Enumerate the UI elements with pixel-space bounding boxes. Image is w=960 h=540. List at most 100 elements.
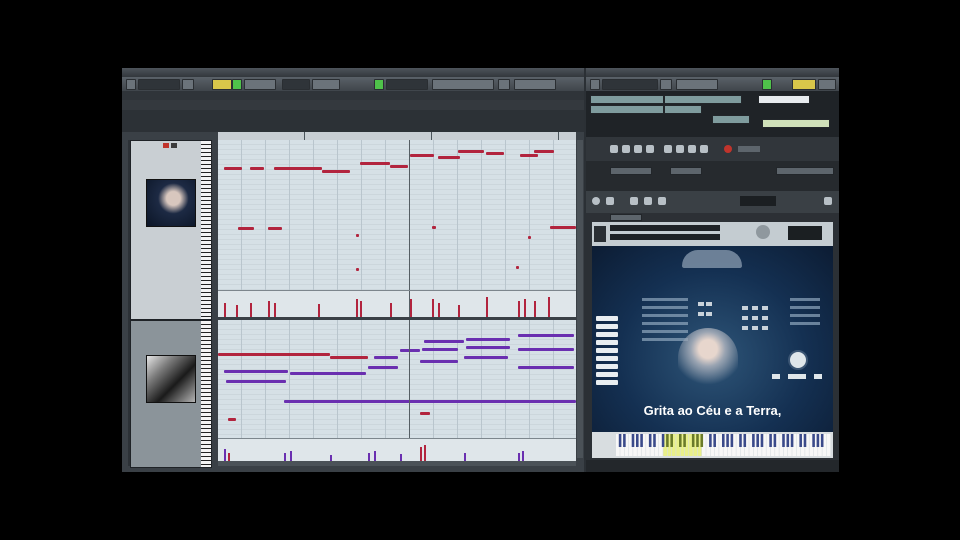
midi-note[interactable]	[420, 412, 430, 415]
toolbar-button-active[interactable]	[762, 79, 772, 90]
midi-note[interactable]	[290, 372, 366, 375]
velocity-bar[interactable]	[374, 451, 376, 461]
midi-note[interactable]	[228, 418, 236, 421]
black-key[interactable]	[648, 434, 652, 447]
velocity-lane-vocal[interactable]	[218, 290, 576, 317]
midi-note[interactable]	[466, 346, 510, 349]
midi-note[interactable]	[360, 162, 390, 165]
vertical-scrollbar[interactable]	[577, 140, 583, 458]
param-row[interactable]	[642, 338, 688, 341]
toolbar-button[interactable]	[126, 79, 136, 90]
option-button[interactable]	[762, 326, 768, 330]
midi-note[interactable]	[400, 349, 420, 352]
midi-note[interactable]	[518, 334, 574, 337]
velocity-bar[interactable]	[486, 297, 488, 317]
black-key[interactable]	[769, 434, 772, 447]
black-key[interactable]	[666, 434, 669, 447]
velocity-lane-guitar[interactable]	[218, 438, 576, 461]
midi-note[interactable]	[268, 227, 282, 230]
articulation-button[interactable]	[596, 364, 618, 369]
velocity-bar[interactable]	[224, 303, 226, 317]
velocity-bar[interactable]	[522, 451, 524, 461]
toolbar-button[interactable]	[432, 79, 494, 90]
knob-icon[interactable]	[788, 350, 808, 370]
velocity-bar[interactable]	[518, 301, 520, 317]
velocity-bar[interactable]	[400, 454, 402, 461]
info-field[interactable]	[712, 115, 750, 124]
solo-button[interactable]	[171, 143, 177, 148]
midi-note[interactable]	[486, 152, 504, 155]
articulation-button[interactable]	[596, 348, 618, 353]
param-row[interactable]	[790, 298, 820, 301]
horizontal-scrollbar[interactable]	[218, 461, 576, 466]
toolbar-button[interactable]	[498, 79, 510, 90]
black-key[interactable]	[709, 434, 712, 447]
midi-note[interactable]	[390, 165, 408, 168]
edit-tool-icon[interactable]	[700, 145, 708, 153]
velocity-bar[interactable]	[250, 303, 252, 317]
velocity-bar[interactable]	[432, 299, 434, 317]
black-key[interactable]	[623, 434, 626, 447]
option-button[interactable]	[698, 302, 704, 306]
param-row[interactable]	[642, 322, 688, 325]
toolbar-dropdown[interactable]	[282, 79, 310, 90]
velocity-bar[interactable]	[290, 451, 292, 461]
option-button[interactable]	[706, 312, 712, 316]
articulation-button[interactable]	[596, 380, 618, 385]
piano-keys-ruler[interactable]	[201, 141, 211, 319]
info-field[interactable]	[664, 95, 742, 104]
articulation-button[interactable]	[596, 356, 618, 361]
midi-note[interactable]	[424, 340, 464, 343]
black-key[interactable]	[739, 434, 742, 447]
piano-keys-ruler[interactable]	[201, 321, 211, 467]
midi-note[interactable]	[218, 353, 330, 356]
midi-note[interactable]	[226, 380, 286, 383]
midi-note[interactable]	[330, 356, 368, 359]
midi-note[interactable]	[528, 236, 531, 239]
black-key[interactable]	[691, 434, 695, 447]
black-key[interactable]	[721, 434, 725, 447]
mode-field[interactable]	[762, 119, 830, 128]
velocity-bar[interactable]	[518, 453, 520, 461]
tune-knob[interactable]	[756, 225, 770, 239]
black-key[interactable]	[799, 434, 802, 447]
power-icon[interactable]	[592, 197, 600, 205]
keyboard-keys[interactable]	[592, 432, 833, 458]
velocity-bar[interactable]	[236, 305, 238, 317]
track-guitar[interactable]	[130, 320, 212, 468]
toggle-button[interactable]	[788, 374, 806, 379]
midi-note[interactable]	[518, 348, 574, 351]
toolbar-button[interactable]	[590, 79, 600, 90]
midi-note[interactable]	[438, 156, 460, 159]
black-key[interactable]	[700, 434, 704, 447]
option-button[interactable]	[752, 316, 758, 320]
option-button[interactable]	[762, 316, 768, 320]
black-key[interactable]	[752, 434, 755, 447]
rack-field[interactable]	[610, 167, 652, 175]
toolbar-button[interactable]	[312, 79, 340, 90]
black-key[interactable]	[756, 434, 759, 447]
black-key[interactable]	[670, 434, 673, 447]
transport-stop-icon[interactable]	[622, 145, 630, 153]
midi-note[interactable]	[516, 266, 519, 269]
midi-note[interactable]	[464, 356, 508, 359]
instrument-name-field[interactable]	[610, 225, 720, 231]
note-lane-guitar[interactable]	[218, 320, 576, 438]
black-key[interactable]	[635, 434, 639, 447]
black-key[interactable]	[816, 434, 820, 447]
velocity-bar[interactable]	[438, 303, 440, 317]
midi-note[interactable]	[458, 150, 484, 153]
white-key[interactable]	[826, 434, 831, 456]
toolbar-button[interactable]	[818, 79, 836, 90]
toolbar-button-snap[interactable]	[212, 79, 232, 90]
midi-note[interactable]	[466, 338, 510, 341]
black-key[interactable]	[743, 434, 747, 447]
param-row[interactable]	[642, 314, 688, 317]
midi-note[interactable]	[432, 226, 436, 229]
midi-note[interactable]	[368, 366, 398, 369]
velocity-bar[interactable]	[368, 453, 370, 461]
velocity-bar[interactable]	[420, 447, 422, 461]
articulation-button[interactable]	[596, 316, 618, 321]
midi-note[interactable]	[224, 370, 288, 373]
black-key[interactable]	[782, 434, 785, 447]
